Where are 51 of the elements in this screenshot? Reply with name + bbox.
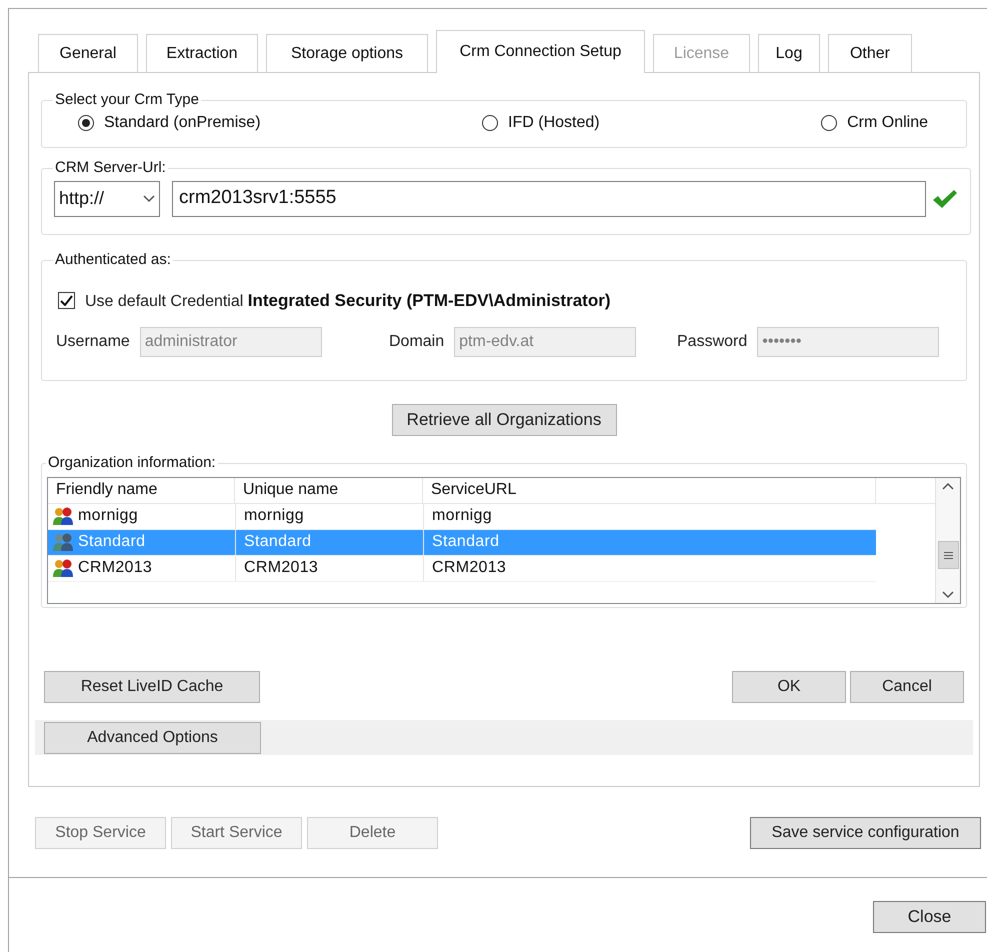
- radio-button[interactable]: [821, 114, 838, 130]
- radio-label: Crm Online: [847, 112, 928, 132]
- radio-button[interactable]: [482, 114, 498, 130]
- chevron-up-icon: [942, 482, 954, 490]
- column-header[interactable]: Friendly name: [48, 478, 235, 502]
- scrollbar[interactable]: [935, 478, 960, 602]
- column-header[interactable]: ServiceURL: [423, 478, 876, 502]
- retrieve-button[interactable]: Retrieve all Organizations: [392, 404, 616, 436]
- advanced-options-button[interactable]: Advanced Options: [44, 722, 261, 754]
- close-button[interactable]: Close: [873, 901, 986, 933]
- checkbox[interactable]: [58, 292, 75, 309]
- group-title: CRM Server-Url:: [54, 158, 167, 178]
- table-cell-text: CRM2013: [78, 558, 152, 578]
- url-field[interactable]: crm2013srv1:5555: [172, 180, 926, 216]
- tab[interactable]: Extraction: [146, 34, 258, 72]
- table-cell-text: Standard: [432, 532, 500, 552]
- group-title: Authenticated as:: [54, 250, 172, 270]
- table-cell-text: CRM2013: [432, 558, 506, 578]
- tab[interactable]: Other: [828, 34, 912, 72]
- radio-label: Standard (onPremise): [104, 112, 261, 132]
- tab[interactable]: General: [38, 34, 138, 72]
- scheme-dropdown[interactable]: http://: [54, 180, 160, 216]
- tab[interactable]: Storage options: [266, 34, 428, 72]
- group-title: Organization information:: [47, 453, 217, 473]
- chevron-down-icon: [942, 590, 954, 598]
- group-title: Select your Crm Type: [54, 90, 200, 110]
- cancel-button[interactable]: Cancel: [850, 671, 964, 703]
- field-label: Password: [677, 332, 748, 352]
- reset-cache-button[interactable]: Reset LiveID Cache: [44, 671, 260, 703]
- tab[interactable]: Log: [758, 34, 820, 72]
- radio-label: IFD (Hosted): [508, 112, 600, 132]
- scrollbar-thumb[interactable]: [938, 541, 958, 569]
- table-cell-text: mornigg: [78, 506, 138, 526]
- table-cell-text: Standard: [78, 532, 146, 552]
- table-cell-text: mornigg: [432, 506, 492, 526]
- field-label: Domain: [389, 332, 444, 352]
- table-cell-text: mornigg: [244, 506, 304, 526]
- tab[interactable]: Crm Connection Setup: [436, 30, 645, 73]
- save-button[interactable]: Save service configuration: [750, 817, 981, 849]
- field-label: Username: [56, 332, 130, 352]
- users-icon: [52, 532, 76, 552]
- table-cell-text: Standard: [244, 532, 312, 552]
- table-cell-text: CRM2013: [244, 558, 318, 578]
- ok-button[interactable]: OK: [732, 671, 846, 703]
- radio-button[interactable]: [78, 114, 94, 130]
- users-icon: [52, 558, 76, 578]
- list-row[interactable]: CRM2013 CRM2013 CRM2013: [48, 556, 876, 582]
- chevron-down-icon: [143, 194, 155, 202]
- users-icon: [52, 506, 76, 526]
- checkbox-label: Use default Credential Integrated Security (PTM-EDV\Administrator): [85, 290, 610, 312]
- column-header[interactable]: Unique name: [235, 478, 423, 502]
